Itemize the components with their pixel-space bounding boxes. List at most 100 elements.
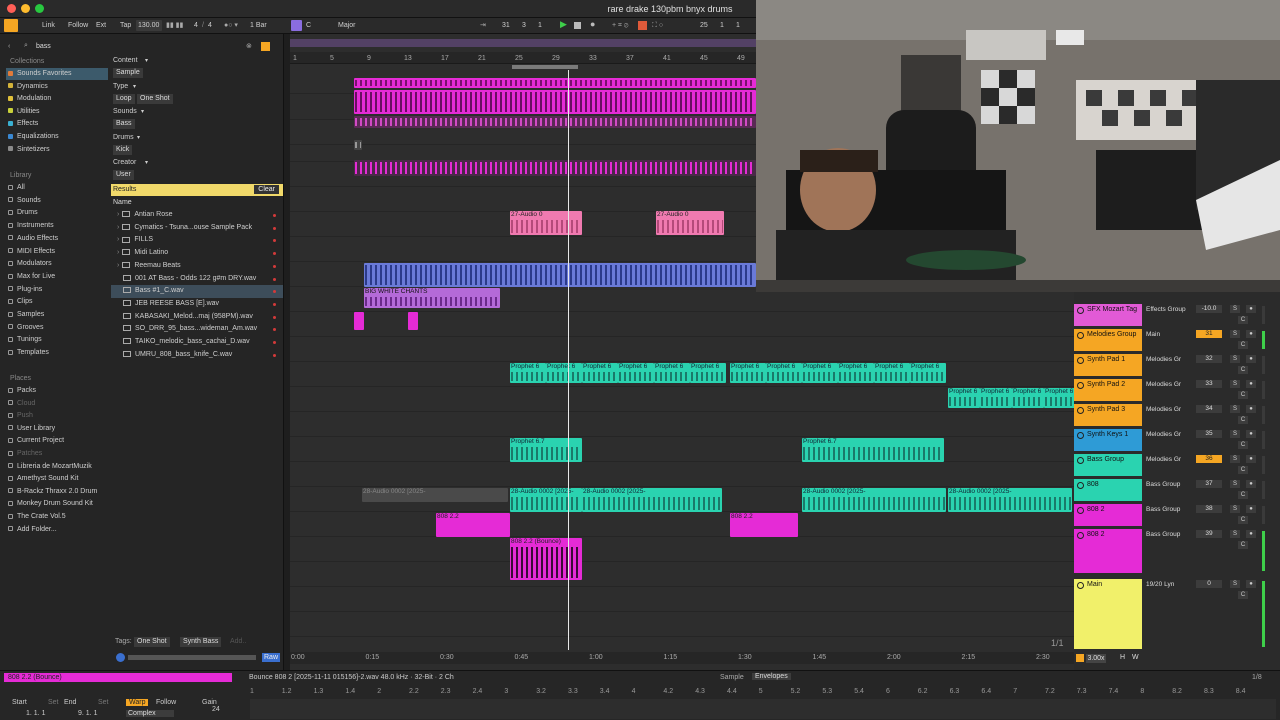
arm-icon[interactable]: ● <box>1246 530 1256 538</box>
library-item[interactable]: Clips <box>6 296 108 308</box>
arm-icon[interactable]: ● <box>1246 380 1256 388</box>
filter-label[interactable]: Creator <box>113 159 136 166</box>
tap-button[interactable]: Tap <box>118 20 133 31</box>
output-routing-select[interactable]: Effects Group <box>1146 306 1192 313</box>
position-sixteenth[interactable]: 1 <box>536 20 544 31</box>
filter-chip[interactable]: Bass <box>113 119 135 129</box>
filter-label[interactable]: Content <box>113 57 138 64</box>
clear-button[interactable]: Clear <box>254 185 279 194</box>
set-start-button[interactable]: Set <box>48 699 59 706</box>
favorite-dot-icon[interactable] <box>273 277 276 281</box>
volume-field[interactable]: 31 <box>1196 330 1222 338</box>
loop-brace[interactable] <box>512 65 578 69</box>
library-item[interactable]: MIDI Effects <box>6 246 108 258</box>
filter-chip[interactable]: Kick <box>113 144 133 155</box>
volume-field[interactable]: 32 <box>1196 355 1222 363</box>
favorite-dot-icon[interactable] <box>273 264 276 268</box>
track-lane[interactable] <box>290 613 1074 637</box>
raw-button[interactable]: Raw <box>262 653 281 662</box>
start-value[interactable]: 1. 1. 1 <box>26 710 45 717</box>
file-item[interactable]: TAIKO_melodic_bass_cachai_D.wav <box>111 336 283 349</box>
places-item[interactable]: Push <box>6 410 108 422</box>
filter-chip[interactable]: User <box>113 170 134 180</box>
library-item[interactable]: Max for Live <box>6 271 108 283</box>
drum-clip[interactable] <box>354 78 756 88</box>
file-item[interactable]: SO_DRR_95_bass...wideman_Am.wav <box>111 323 283 336</box>
file-item[interactable]: JEB REESE BASS [E].wav <box>111 298 283 311</box>
filter-chip[interactable]: Loop <box>113 93 135 104</box>
prophet-clip[interactable]: Prophet 6 <box>838 363 874 383</box>
output-routing-select[interactable]: Melodies Gr <box>1146 406 1192 413</box>
output-routing-select[interactable]: 19/20 Lyn <box>1146 581 1192 588</box>
track-lane[interactable] <box>290 513 1074 537</box>
stop-icon[interactable] <box>574 22 581 29</box>
audio-clip[interactable]: 27-Audio 0 <box>510 211 582 235</box>
output-routing-select[interactable]: Bass Group <box>1146 531 1192 538</box>
crossfade-button[interactable]: C <box>1238 341 1248 349</box>
crossfade-button[interactable]: C <box>1238 316 1248 324</box>
places-item[interactable]: B-Rackz Thraxx 2.0 Drum <box>6 486 108 498</box>
mixer-track-name[interactable]: Synth Pad 2 <box>1074 379 1142 401</box>
track-lane[interactable] <box>290 413 1074 437</box>
track-lane[interactable] <box>290 538 1074 562</box>
zoom-window-button[interactable] <box>35 4 44 13</box>
prophet-clip[interactable]: Prophet 6 <box>980 388 1012 408</box>
favorite-dot-icon[interactable] <box>273 302 276 306</box>
record-icon[interactable]: ● <box>588 19 597 30</box>
collection-item[interactable]: Modulation <box>6 93 108 105</box>
solo-button[interactable]: S <box>1230 405 1240 413</box>
quantize-select[interactable]: 1 Bar <box>248 20 269 31</box>
output-routing-select[interactable]: Melodies Gr <box>1146 431 1192 438</box>
set-end-button[interactable]: Set <box>98 699 109 706</box>
fx-clip[interactable] <box>408 312 418 330</box>
arm-icon[interactable]: ● <box>1246 430 1256 438</box>
track-fold-icon[interactable] <box>1077 507 1084 514</box>
folder-item[interactable]: › Reemau Beats <box>111 260 283 273</box>
collection-item[interactable]: Dynamics <box>6 81 108 93</box>
places-item[interactable]: User Library <box>6 423 108 435</box>
arm-icon[interactable]: ● <box>1246 480 1256 488</box>
browser-toggle-icon[interactable] <box>4 19 18 32</box>
key-scale-icon[interactable] <box>291 20 302 31</box>
library-item[interactable]: Plug-ins <box>6 284 108 296</box>
places-item[interactable]: Patches <box>6 448 108 460</box>
output-routing-select[interactable]: Melodies Gr <box>1146 456 1192 463</box>
solo-button[interactable]: S <box>1230 305 1240 313</box>
sample-tab[interactable]: Sample <box>720 674 744 681</box>
mixer-track-name[interactable]: 808 2 <box>1074 529 1142 573</box>
collection-item[interactable]: Sounds Favorites <box>6 68 108 80</box>
arm-icon[interactable]: ● <box>1246 505 1256 513</box>
places-item[interactable]: The Crate Vol.5 <box>6 511 108 523</box>
favorite-dot-icon[interactable] <box>273 226 276 230</box>
prophet-clip[interactable]: Prophet 6 <box>654 363 690 383</box>
arm-icon[interactable]: ● <box>1246 455 1256 463</box>
track-lane[interactable] <box>290 438 1074 462</box>
volume-field[interactable]: 38 <box>1196 505 1222 513</box>
solo-button[interactable]: S <box>1230 330 1240 338</box>
group-clip[interactable] <box>364 263 756 287</box>
collection-item[interactable]: Equalizations <box>6 131 108 143</box>
crossfade-button[interactable]: C <box>1238 591 1248 599</box>
places-item[interactable]: Monkey Drum Sound Kit <box>6 498 108 510</box>
arm-icon[interactable]: ● <box>1246 355 1256 363</box>
link-button[interactable]: Link <box>40 20 57 31</box>
arm-icon[interactable]: ● <box>1246 330 1256 338</box>
library-item[interactable]: Modulators <box>6 258 108 270</box>
signature-denominator[interactable]: 4 <box>206 20 214 31</box>
follow-button[interactable]: Follow <box>66 20 90 31</box>
track-fold-icon[interactable] <box>1077 532 1084 539</box>
file-item[interactable]: Bass #1_C.wav <box>111 285 283 298</box>
mixer-track-name[interactable]: Bass Group <box>1074 454 1142 476</box>
crossfade-button[interactable]: C <box>1238 516 1248 524</box>
back-arrow-icon[interactable]: ‹ <box>8 43 10 50</box>
favorite-dot-icon[interactable] <box>273 328 276 332</box>
solo-button[interactable]: S <box>1230 530 1240 538</box>
folder-item[interactable]: › Midi Latino <box>111 247 283 260</box>
crossfade-button[interactable]: C <box>1238 441 1248 449</box>
filter-label[interactable]: Sounds <box>113 108 137 115</box>
library-item[interactable]: Drums <box>6 207 108 219</box>
warp-mode-select[interactable]: Complex <box>126 710 174 717</box>
end-value[interactable]: 9. 1. 1 <box>78 710 97 717</box>
favorite-dot-icon[interactable] <box>273 239 276 243</box>
play-icon[interactable]: ▶ <box>558 19 569 30</box>
